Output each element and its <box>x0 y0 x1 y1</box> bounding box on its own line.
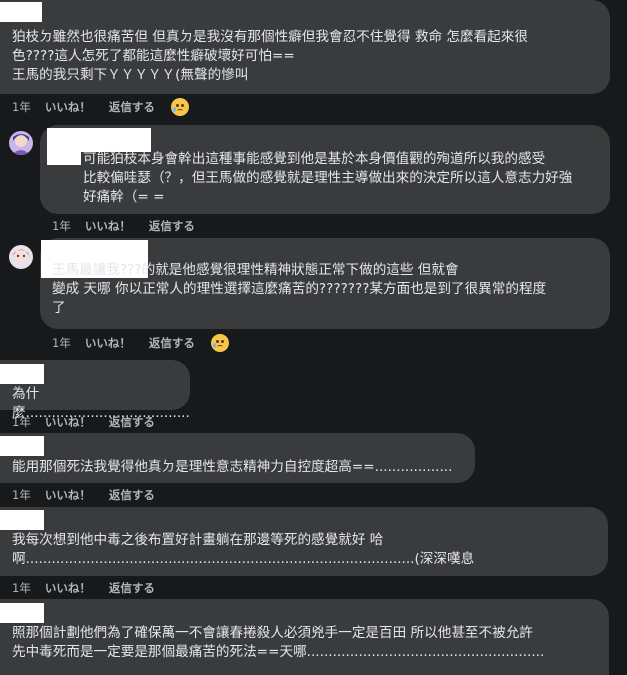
like-button[interactable]: いいね！ <box>85 335 131 351</box>
like-button[interactable]: いいね！ <box>45 414 91 430</box>
avatar[interactable] <box>9 245 33 269</box>
comment-actions: 1年 いいね！ 返信する <box>12 414 155 430</box>
like-button[interactable]: いいね！ <box>45 580 91 596</box>
sad-face-emoji <box>170 98 189 116</box>
redacted-username <box>0 510 44 530</box>
reply-button[interactable]: 返信する <box>149 335 195 351</box>
redacted-username <box>0 436 44 456</box>
comment-text: 王馬最讓我???的就是他感覺很理性精神狀態正常下做的這些 但就會 變成 天哪 你… <box>52 262 547 316</box>
reply-button[interactable]: 返信する <box>109 414 155 430</box>
comment-text: 我每次想到他中毒之後布置好計畫躺在那邊等死的感覺就好 哈 啊..........… <box>12 532 475 567</box>
reply-button[interactable]: 返信する <box>149 218 195 234</box>
sad-face-emoji <box>210 334 229 352</box>
like-button[interactable]: いいね！ <box>45 99 91 115</box>
comment-text: 照那個計劃他們為了確保萬一不會讓春捲殺人必須兇手一定是百田 所以他甚至不被允許 … <box>12 625 545 660</box>
reply-button[interactable]: 返信する <box>109 487 155 503</box>
comment-text: 可能狛枝本身會幹出這種事能感覺到他是基於本身價值觀的殉道所以我的感受 比較偏哇瑟… <box>83 151 573 205</box>
avatar[interactable] <box>9 131 33 155</box>
redacted-username <box>0 364 44 384</box>
like-button[interactable]: いいね！ <box>45 487 91 503</box>
redacted-username <box>0 2 42 22</box>
comment-text: 能用那個死法我覺得他真ㄉ是理性意志精神力自控度超高==.............… <box>12 459 453 475</box>
comment-actions: 1年 いいね！ 返信する <box>12 487 155 503</box>
like-button[interactable]: いいね！ <box>85 218 131 234</box>
comment-actions: 1年 いいね！ 返信する <box>52 334 229 352</box>
comment-actions: 1年 いいね！ 返信する <box>12 98 189 116</box>
comment-time[interactable]: 1年 <box>12 99 31 115</box>
comment-actions: 1年 いいね！ 返信する <box>12 580 155 596</box>
redacted-username <box>47 128 151 152</box>
comment-time[interactable]: 1年 <box>12 580 31 596</box>
comment-time[interactable]: 1年 <box>52 218 71 234</box>
comment-time[interactable]: 1年 <box>12 414 31 430</box>
reply-button[interactable]: 返信する <box>109 580 155 596</box>
redacted-username <box>47 150 81 165</box>
reply-button[interactable]: 返信する <box>109 99 155 115</box>
comment-text: 狛枝ㄉ雖然也很痛苦但 但真ㄉ是我沒有那個性癖但我會忍不住覺得 救命 怎麼看起來很… <box>12 29 528 83</box>
comment-time[interactable]: 1年 <box>12 487 31 503</box>
comment-time[interactable]: 1年 <box>52 335 71 351</box>
redacted-username <box>0 603 44 623</box>
comment-actions: 1年 いいね！ 返信する <box>52 218 195 234</box>
